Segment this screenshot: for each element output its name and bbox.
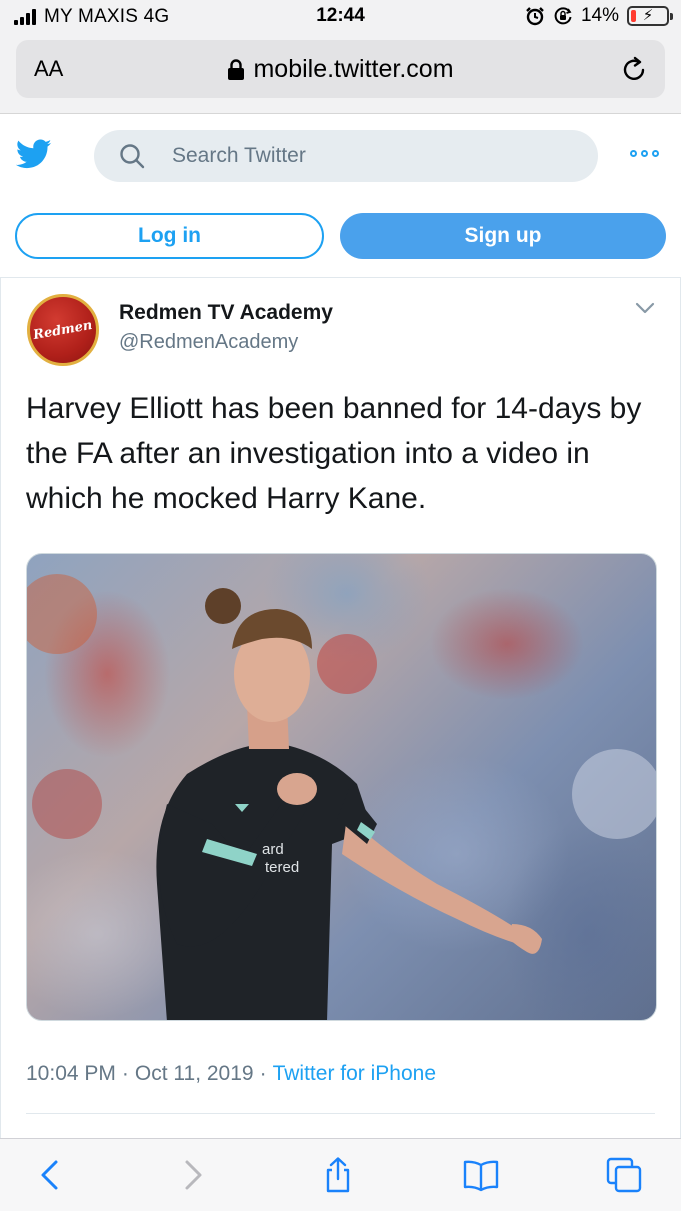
charging-bolt-icon: ⚡ (642, 7, 654, 24)
battery-percent: 14% (580, 5, 619, 26)
url-display[interactable]: mobile.twitter.com (16, 55, 665, 84)
meta-separator: · (259, 1062, 267, 1085)
search-placeholder: Search Twitter (172, 144, 306, 167)
tweet: Redmen Redmen TV Academy @RedmenAcademy … (0, 278, 681, 1138)
search-icon (120, 144, 145, 169)
player-photo: ard tered (27, 574, 656, 1020)
orientation-lock-icon (554, 7, 572, 25)
twitter-header: Search Twitter Log in Sign up (0, 114, 681, 278)
more-options-icon[interactable] (630, 150, 659, 157)
browser-address-area: AA mobile.twitter.com (0, 34, 681, 114)
tweet-timestamp: 10:04 PM · Oct 11, 2019 · Twitter for iP… (26, 1062, 436, 1086)
reload-icon[interactable] (619, 54, 649, 84)
alarm-icon (526, 7, 544, 26)
lock-icon (228, 58, 245, 80)
status-bar: MY MAXIS 4G 12:44 14% ⚡ (0, 0, 681, 34)
tweet-display-name[interactable]: Redmen TV Academy (119, 301, 333, 325)
tweet-source-link[interactable]: Twitter for iPhone (273, 1062, 436, 1086)
tweet-text: Harvey Elliott has been banned for 14-da… (26, 392, 642, 515)
tabs-icon[interactable] (606, 1157, 642, 1193)
twitter-bird-icon[interactable] (14, 136, 54, 172)
tweet-photo[interactable]: ard tered (26, 553, 657, 1021)
back-icon[interactable] (32, 1157, 68, 1193)
login-button[interactable]: Log in (15, 213, 324, 259)
meta-separator: · (121, 1062, 129, 1085)
svg-text:ard: ard (262, 841, 284, 858)
forward-icon[interactable] (175, 1157, 211, 1193)
share-icon[interactable] (320, 1157, 356, 1193)
bookmarks-icon[interactable] (463, 1157, 499, 1193)
browser-toolbar (0, 1138, 681, 1211)
signup-button[interactable]: Sign up (340, 213, 666, 259)
address-bar[interactable]: AA mobile.twitter.com (16, 40, 665, 98)
tweet-handle[interactable]: @RedmenAcademy (119, 331, 298, 354)
avatar[interactable]: Redmen (27, 294, 99, 366)
url-text: mobile.twitter.com (253, 55, 454, 83)
battery-icon: ⚡ (627, 6, 673, 26)
status-right: 14% ⚡ (525, 5, 673, 27)
tweet-date[interactable]: Oct 11, 2019 (135, 1062, 254, 1086)
tweet-time[interactable]: 10:04 PM (26, 1062, 116, 1086)
search-input[interactable]: Search Twitter (94, 130, 598, 182)
chevron-down-icon[interactable] (634, 300, 656, 316)
avatar-logo-text: Redmen (32, 317, 94, 343)
svg-text:tered: tered (265, 859, 299, 876)
divider (26, 1113, 655, 1114)
